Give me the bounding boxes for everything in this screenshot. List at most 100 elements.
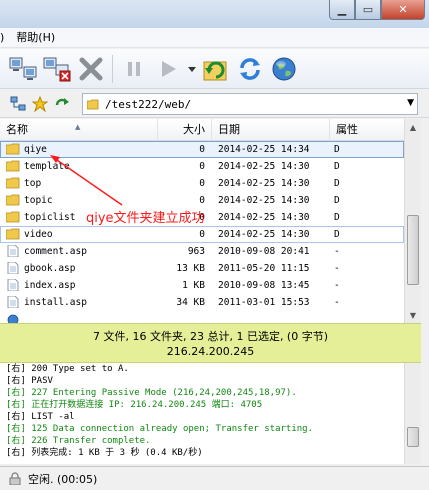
table-row[interactable]: video 0 2014-02-25 14:30 D <box>0 226 404 243</box>
table-row[interactable]: qiye 0 2014-02-25 14:34 D <box>0 141 404 158</box>
log-line: [右] 正在打开数据连接 IP: 216.24.200.245 端口: 4705 <box>6 400 263 410</box>
folder-icon <box>6 160 20 172</box>
column-header-name[interactable]: 名称 ▲ <box>0 119 158 141</box>
file-name: topiclist <box>24 212 76 223</box>
file-name: template <box>24 161 70 172</box>
stop-icon[interactable] <box>74 52 108 86</box>
refresh-folder-icon[interactable] <box>199 52 233 86</box>
path-text: /test222/web/ <box>105 97 192 111</box>
connect-icon[interactable] <box>6 52 40 86</box>
lock-icon <box>8 472 22 486</box>
column-header-size[interactable]: 大小 <box>158 119 212 141</box>
column-date-label: 日期 <box>218 123 240 136</box>
log-line: [右] 列表完成: 1 KB 于 3 秒 (0.4 KB/秒) <box>6 448 203 458</box>
file-list-header: 名称 ▲ 大小 日期 属性 <box>0 119 404 141</box>
chevron-down-icon[interactable]: ▼ <box>407 98 414 108</box>
table-row[interactable]: comment.asp 963 2010-09-08 20:41 - <box>0 243 404 260</box>
folder-icon <box>87 99 99 110</box>
table-row[interactable]: top 0 2014-02-25 14:30 D <box>0 175 404 192</box>
file-attr: D <box>334 178 340 189</box>
dropdown-arrow-icon[interactable] <box>185 52 199 86</box>
disconnect-icon[interactable] <box>40 52 74 86</box>
window-edge <box>421 119 429 466</box>
menu-item-help[interactable]: 帮助(H) <box>10 28 61 48</box>
file-size: 13 KB <box>176 263 205 274</box>
file-size: 0 <box>199 144 205 155</box>
log-line: [右] 125 Data connection already open; Tr… <box>6 424 314 434</box>
file-name: topic <box>24 195 53 206</box>
site-manager-icon[interactable] <box>8 94 28 114</box>
table-row[interactable]: install.asp 34 KB 2011-03-01 15:53 - <box>0 294 404 311</box>
address-bar: /test222/web/ ▼ <box>0 90 429 118</box>
file-size: 34 KB <box>176 297 205 308</box>
table-row[interactable]: gbook.asp 13 KB 2011-05-20 11:15 - <box>0 260 404 277</box>
file-date: 2014-02-25 14:30 <box>218 178 310 189</box>
file-icon <box>7 262 19 274</box>
folder-icon <box>6 211 20 223</box>
column-size-label: 大小 <box>183 123 205 136</box>
annotation-label: qiye文件夹建立成功 <box>86 211 205 226</box>
file-size: 0 <box>199 229 205 240</box>
file-attr: D <box>334 161 340 172</box>
file-attr: - <box>334 263 340 274</box>
file-attr: D <box>334 229 340 240</box>
file-name: install.asp <box>24 297 87 308</box>
file-icon <box>7 296 19 308</box>
file-list-scrollbar[interactable]: ▲ ▼ <box>404 119 421 323</box>
close-button[interactable]: ✕ <box>381 0 425 20</box>
file-date: 2014-02-25 14:34 <box>218 144 310 155</box>
file-attr: - <box>334 280 340 291</box>
scrollbar-thumb[interactable] <box>407 427 419 447</box>
log-scrollbar[interactable] <box>404 363 421 464</box>
table-row[interactable]: index.asp 1 KB 2010-09-08 13:45 - <box>0 277 404 294</box>
window-controls: ▁ ▭ ✕ <box>329 0 425 20</box>
favorites-star-icon[interactable] <box>30 94 50 114</box>
pause-icon[interactable] <box>117 52 151 86</box>
file-name: gbook.asp <box>24 263 76 274</box>
folder-icon <box>6 143 20 155</box>
file-attr: D <box>334 195 340 206</box>
menu-bar: ) 帮助(H) <box>0 28 429 48</box>
path-input[interactable]: /test222/web/ ▼ <box>82 93 418 115</box>
file-size: 1 KB <box>182 280 205 291</box>
scroll-up-icon[interactable]: ▲ <box>405 119 421 135</box>
globe-icon[interactable] <box>267 52 301 86</box>
file-date: 2014-02-25 14:30 <box>218 195 310 206</box>
file-attr: D <box>334 212 340 223</box>
scrollbar-thumb[interactable] <box>407 215 419 285</box>
menu-item-partial[interactable]: ) <box>0 28 10 48</box>
toolbar <box>0 49 429 89</box>
toolbar-separator <box>112 54 113 83</box>
file-name: comment.asp <box>24 246 87 257</box>
file-date: 2014-02-25 14:30 <box>218 161 310 172</box>
log-line: [右] 200 Type set to A. <box>6 364 129 374</box>
status-text: 空闲. (00:05) <box>28 472 98 486</box>
minimize-button[interactable]: ▁ <box>329 0 355 20</box>
file-name: video <box>24 229 53 240</box>
play-icon[interactable] <box>151 52 185 86</box>
sort-ascending-icon: ▲ <box>75 123 81 131</box>
folder-icon <box>6 194 20 206</box>
refresh-icon[interactable] <box>233 52 267 86</box>
file-attr: D <box>334 144 340 155</box>
file-date: 2010-09-08 13:45 <box>218 280 310 291</box>
maximize-button[interactable]: ▭ <box>355 0 381 20</box>
status-summary: 7 文件, 16 文件夹, 23 总计, 1 已选定, (0 字节) 216.2… <box>0 323 421 363</box>
file-date: 2010-09-08 20:41 <box>218 246 310 257</box>
column-header-attr[interactable]: 属性 <box>330 119 404 141</box>
scroll-down-icon[interactable]: ▼ <box>405 307 421 323</box>
status-bar: 空闲. (00:05) <box>0 466 429 490</box>
file-icon <box>7 245 19 257</box>
file-name: index.asp <box>24 280 76 291</box>
file-date: 2011-05-20 11:15 <box>218 263 310 274</box>
file-size: 963 <box>187 246 205 257</box>
column-attr-label: 属性 <box>336 123 358 136</box>
table-row[interactable] <box>0 311 404 323</box>
file-date: 2014-02-25 14:30 <box>218 212 310 223</box>
parent-folder-icon[interactable] <box>52 94 72 114</box>
file-attr: - <box>334 246 340 257</box>
summary-counts: 7 文件, 16 文件夹, 23 总计, 1 已选定, (0 字节) <box>92 330 329 343</box>
table-row[interactable]: template 0 2014-02-25 14:30 D <box>0 158 404 175</box>
file-size: 0 <box>199 161 205 172</box>
column-header-date[interactable]: 日期 <box>212 119 330 141</box>
